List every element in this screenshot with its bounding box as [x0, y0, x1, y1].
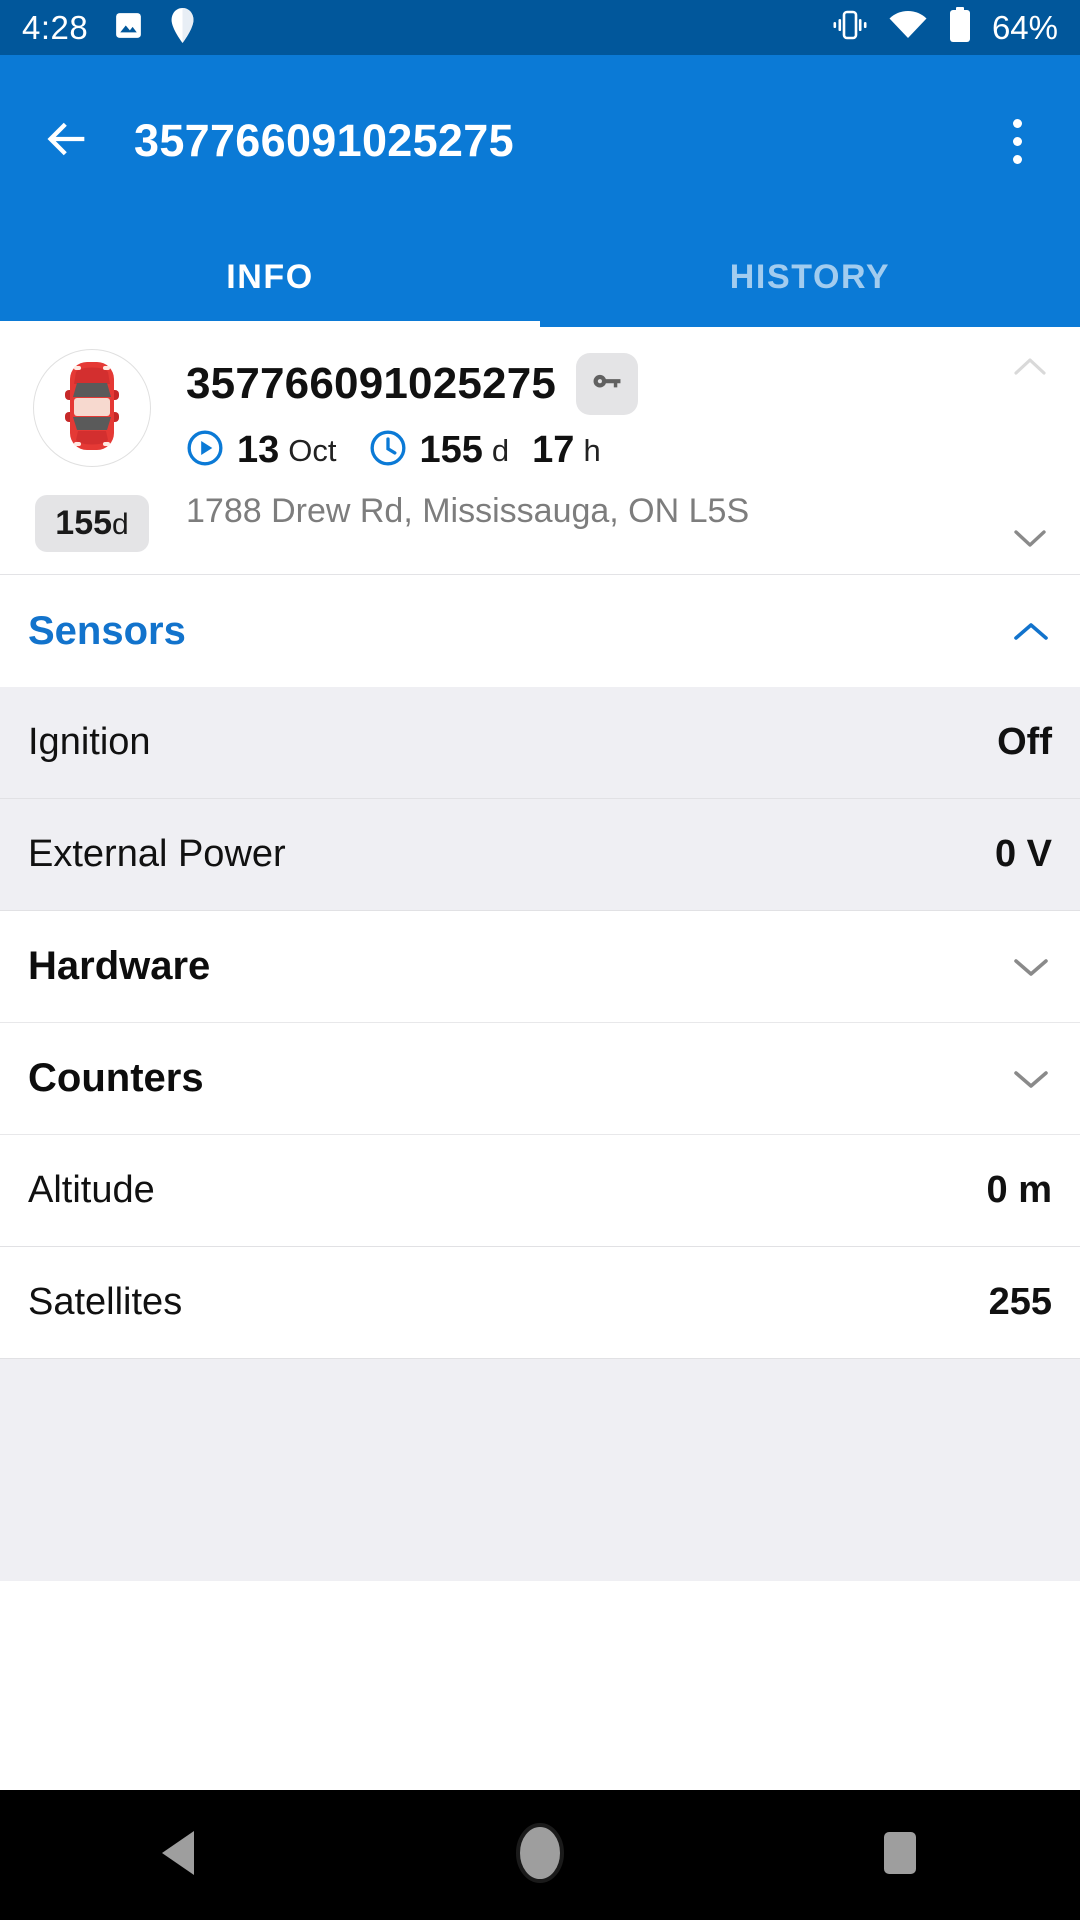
- chevron-down-icon[interactable]: [1010, 954, 1052, 980]
- table-row: Satellites 255: [0, 1247, 1080, 1359]
- overflow-menu-icon: [1012, 118, 1022, 164]
- duration-hours-value: 17: [532, 429, 575, 471]
- battery-icon: [948, 7, 972, 48]
- status-bar-clock: 4:28: [22, 9, 89, 46]
- content-filler: [0, 1359, 1080, 1581]
- device-title-row: 357766091025275: [186, 353, 1054, 415]
- app-bar: 357766091025275: [0, 55, 1080, 227]
- status-bar-right: 64%: [832, 7, 1058, 48]
- play-circle-icon: [186, 429, 224, 472]
- battery-percent-label: 64%: [991, 9, 1058, 46]
- duration-days-value: 155: [419, 429, 483, 471]
- row-value-satellites: 255: [988, 1281, 1052, 1323]
- device-age-value: 155: [55, 504, 113, 542]
- nav-back-button[interactable]: [100, 1790, 260, 1920]
- row-label-satellites: Satellites: [28, 1281, 183, 1323]
- last-date-value: 13: [237, 429, 280, 471]
- row-label-external-power: External Power: [28, 833, 286, 875]
- clock-icon: [369, 429, 407, 472]
- chevron-up-icon[interactable]: [1010, 618, 1052, 644]
- avatar: [33, 349, 151, 467]
- wifi-icon: [888, 10, 928, 45]
- chevron-up-icon[interactable]: [1010, 353, 1050, 384]
- nav-home-circle-icon: [514, 1822, 566, 1889]
- tab-bar: INFO HISTORY: [0, 227, 1080, 327]
- key-icon: [588, 363, 626, 406]
- nav-home-button[interactable]: [460, 1790, 620, 1920]
- car-top-view-icon: [60, 360, 124, 457]
- device-age-unit: d: [112, 508, 129, 541]
- nav-back-triangle-icon: [158, 1829, 202, 1882]
- chevron-down-icon[interactable]: [1010, 1066, 1052, 1092]
- tab-info[interactable]: INFO: [0, 227, 540, 327]
- device-age-badge: 155d: [35, 495, 149, 552]
- row-value-ignition: Off: [997, 721, 1052, 763]
- section-title-hardware: Hardware: [28, 944, 211, 988]
- status-bar: 4:28 64%: [0, 0, 1080, 55]
- last-date-group: 13 Oct: [186, 429, 337, 472]
- key-badge[interactable]: [576, 353, 639, 415]
- android-nav-bar: [0, 1790, 1080, 1920]
- table-row: Altitude 0 m: [0, 1135, 1080, 1247]
- vibrate-icon: [832, 9, 868, 46]
- section-title-counters: Counters: [28, 1056, 204, 1100]
- nav-recents-button[interactable]: [820, 1790, 980, 1920]
- arrow-back-icon: [41, 113, 93, 170]
- page-title: 357766091025275: [134, 115, 514, 166]
- overflow-menu-button[interactable]: [982, 102, 1052, 180]
- location-pin-icon: [169, 7, 196, 48]
- back-button[interactable]: [28, 102, 106, 180]
- section-header-hardware[interactable]: Hardware: [0, 911, 1080, 1023]
- image-icon: [112, 9, 145, 47]
- last-date-unit: Oct: [288, 432, 337, 468]
- row-value-external-power: 0 V: [994, 833, 1052, 875]
- tab-history[interactable]: HISTORY: [540, 227, 1080, 327]
- device-address: 1788 Drew Rd, Mississauga, ON L5S: [186, 492, 750, 530]
- section-header-counters[interactable]: Counters: [0, 1023, 1080, 1135]
- nav-recents-square-icon: [879, 1829, 921, 1882]
- device-meta-row: 13 Oct 155 d 17 h: [186, 429, 1054, 472]
- device-info-column: 357766091025275 13 Oct 155 d 17 h 1788 D…: [158, 349, 1054, 556]
- table-row: Ignition Off: [0, 687, 1080, 799]
- chevron-down-icon[interactable]: [1010, 525, 1050, 556]
- device-avatar-column: 155d: [26, 349, 158, 556]
- row-label-altitude: Altitude: [28, 1169, 155, 1211]
- section-header-sensors[interactable]: Sensors: [0, 575, 1080, 687]
- device-summary-card[interactable]: 155d 357766091025275 13 Oct 155 d 17 h 1…: [0, 327, 1080, 575]
- row-value-altitude: 0 m: [986, 1169, 1052, 1211]
- status-bar-left: 4:28: [22, 7, 196, 48]
- row-label-ignition: Ignition: [28, 721, 151, 763]
- duration-hours-unit: h: [583, 432, 601, 468]
- table-row: External Power 0 V: [0, 799, 1080, 911]
- duration-days-unit: d: [491, 432, 510, 468]
- section-title-sensors: Sensors: [28, 608, 186, 653]
- duration-group: 155 d 17 h: [369, 429, 601, 472]
- device-name: 357766091025275: [186, 359, 557, 408]
